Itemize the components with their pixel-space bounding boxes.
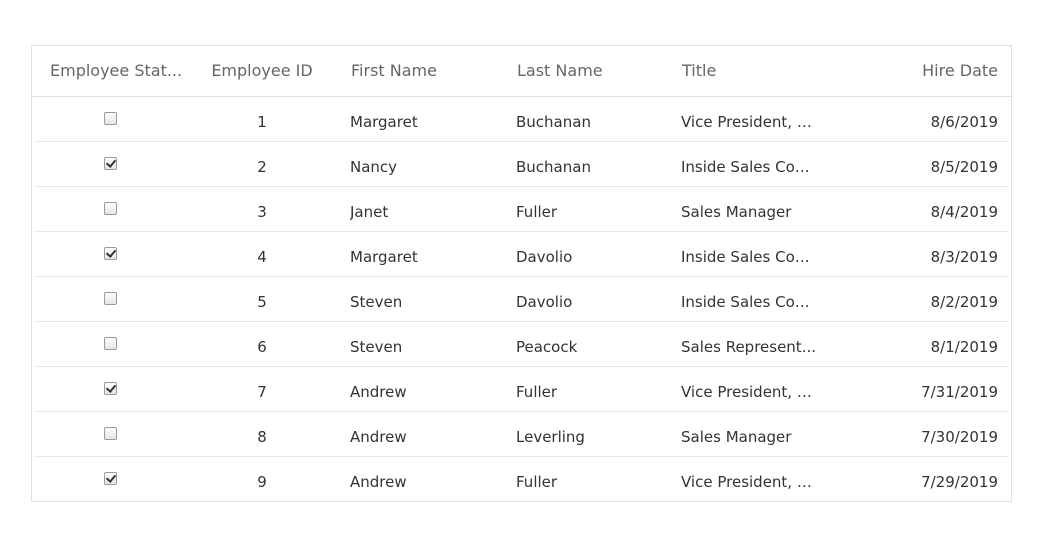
last-name-cell: Leverling: [516, 428, 585, 446]
title-cell: Sales Represent...: [681, 338, 816, 356]
title-cell: Inside Sales Coo...: [681, 293, 816, 311]
column-header-first-name[interactable]: First Name: [351, 46, 501, 96]
title-cell: Sales Manager: [681, 203, 792, 221]
first-name-cell: Margaret: [350, 248, 418, 266]
last-name-cell: Fuller: [516, 383, 558, 401]
column-header-last-name[interactable]: Last Name: [517, 46, 667, 96]
first-name-cell: Andrew: [350, 383, 407, 401]
status-cell: [32, 277, 187, 322]
last-name-cell: Davolio: [516, 293, 573, 311]
title-cell: Vice President, S...: [681, 473, 816, 491]
status-checkbox[interactable]: [104, 472, 117, 485]
status-cell: [32, 187, 187, 232]
table-row[interactable]: 4 Margaret Davolio Inside Sales Coo... 8…: [32, 232, 1011, 277]
employee-id-cell: 4: [257, 248, 267, 266]
hire-date-cell: 8/1/2019: [930, 338, 998, 356]
status-cell: [32, 232, 187, 277]
last-name-cell: Fuller: [516, 473, 558, 491]
hire-date-cell: 8/4/2019: [930, 203, 998, 221]
employee-grid: Employee Stat... Employee ID First Name …: [31, 45, 1012, 502]
table-row[interactable]: 7 Andrew Fuller Vice President, S... 7/3…: [32, 367, 1011, 412]
first-name-cell: Andrew: [350, 428, 407, 446]
employee-id-cell: 6: [257, 338, 267, 356]
employee-id-cell: 1: [257, 113, 267, 131]
last-name-cell: Peacock: [516, 338, 578, 356]
employee-id-cell: 8: [257, 428, 267, 446]
last-name-cell: Fuller: [516, 203, 558, 221]
employee-id-cell: 9: [257, 473, 267, 491]
first-name-cell: Nancy: [350, 158, 398, 176]
status-cell: [32, 367, 187, 412]
last-name-cell: Buchanan: [516, 158, 591, 176]
table-row[interactable]: 8 Andrew Leverling Sales Manager 7/30/20…: [32, 412, 1011, 457]
table-row[interactable]: 3 Janet Fuller Sales Manager 8/4/2019: [32, 187, 1011, 232]
hire-date-cell: 8/6/2019: [930, 113, 998, 131]
column-header-hire-date[interactable]: Hire Date: [832, 46, 998, 96]
title-cell: Sales Manager: [681, 428, 792, 446]
hire-date-cell: 8/3/2019: [930, 248, 998, 266]
first-name-cell: Margaret: [350, 113, 418, 131]
status-cell: [32, 142, 187, 187]
employee-id-cell: 2: [257, 158, 267, 176]
column-header-employee-status[interactable]: Employee Stat...: [32, 46, 187, 96]
status-cell: [32, 412, 187, 457]
title-cell: Vice President, S...: [681, 383, 816, 401]
status-checkbox[interactable]: [104, 382, 117, 395]
status-cell: [32, 457, 187, 502]
title-cell: Inside Sales Coo...: [681, 158, 816, 176]
table-row[interactable]: 1 Margaret Buchanan Vice President, S...…: [32, 97, 1011, 142]
column-header-employee-id[interactable]: Employee ID: [187, 46, 337, 96]
hire-date-cell: 7/29/2019: [921, 473, 998, 491]
status-cell: [32, 97, 187, 142]
employee-id-cell: 7: [257, 383, 267, 401]
status-cell: [32, 322, 187, 367]
status-checkbox[interactable]: [104, 292, 117, 305]
first-name-cell: Janet: [350, 203, 389, 221]
last-name-cell: Davolio: [516, 248, 573, 266]
status-checkbox[interactable]: [104, 202, 117, 215]
first-name-cell: Andrew: [350, 473, 407, 491]
hire-date-cell: 7/30/2019: [921, 428, 998, 446]
table-row[interactable]: 6 Steven Peacock Sales Represent... 8/1/…: [32, 322, 1011, 367]
grid-body: 1 Margaret Buchanan Vice President, S...…: [32, 97, 1011, 502]
table-row[interactable]: 5 Steven Davolio Inside Sales Coo... 8/2…: [32, 277, 1011, 322]
last-name-cell: Buchanan: [516, 113, 591, 131]
status-checkbox[interactable]: [104, 157, 117, 170]
hire-date-cell: 8/2/2019: [930, 293, 998, 311]
column-header-title[interactable]: Title: [682, 46, 817, 96]
status-checkbox[interactable]: [104, 112, 117, 125]
status-checkbox[interactable]: [104, 427, 117, 440]
employee-id-cell: 3: [257, 203, 267, 221]
hire-date-cell: 7/31/2019: [921, 383, 998, 401]
first-name-cell: Steven: [350, 293, 403, 311]
hire-date-cell: 8/5/2019: [930, 158, 998, 176]
status-checkbox[interactable]: [104, 247, 117, 260]
status-checkbox[interactable]: [104, 337, 117, 350]
table-row[interactable]: 9 Andrew Fuller Vice President, S... 7/2…: [32, 457, 1011, 502]
employee-id-cell: 5: [257, 293, 267, 311]
title-cell: Inside Sales Coo...: [681, 248, 816, 266]
table-row[interactable]: 2 Nancy Buchanan Inside Sales Coo... 8/5…: [32, 142, 1011, 187]
first-name-cell: Steven: [350, 338, 403, 356]
title-cell: Vice President, S...: [681, 113, 816, 131]
grid-header: Employee Stat... Employee ID First Name …: [32, 46, 1011, 97]
